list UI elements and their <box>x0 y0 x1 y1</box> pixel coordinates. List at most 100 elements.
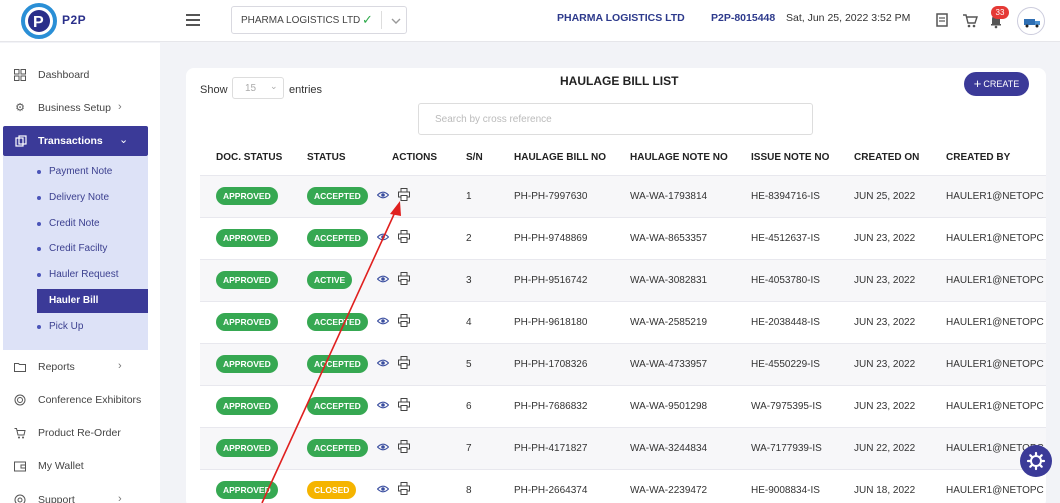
eye-icon[interactable] <box>377 357 389 369</box>
submenu-item-credit-note[interactable]: Credit Note <box>3 212 148 236</box>
bullet-icon <box>37 196 41 200</box>
eye-icon[interactable] <box>377 231 389 243</box>
sidebar-item-dashboard[interactable]: Dashboard <box>0 60 160 90</box>
cell-issue-note-no: HE-2038448-IS <box>751 317 820 328</box>
sidebar-item-conference-exhibitors[interactable]: Conference Exhibitors <box>0 385 160 415</box>
print-icon[interactable] <box>398 272 410 285</box>
current-datetime: Sat, Jun 25, 2022 3:52 PM <box>786 12 911 24</box>
status-badge: ACCEPTED <box>307 397 368 415</box>
cell-issue-note-no: HE-9008834-IS <box>751 485 820 496</box>
print-icon[interactable] <box>398 356 410 369</box>
column-header-haulage-bill-no[interactable]: HAULAGE BILL NO <box>514 152 606 163</box>
print-icon[interactable] <box>398 188 410 201</box>
cell-sn: 2 <box>466 233 472 244</box>
avatar[interactable] <box>1017 7 1045 35</box>
cell-created-on: JUN 25, 2022 <box>854 191 916 202</box>
cell-created-by: HAULER1@NETOPC <box>946 233 1044 244</box>
column-header-created-on[interactable]: CREATED ON <box>854 152 919 163</box>
select-divider <box>381 11 382 29</box>
cell-issue-note-no: WA-7177939-IS <box>751 443 822 454</box>
status-badge: ACTIVE <box>307 271 353 289</box>
entries-per-page-select[interactable]: 15 ⌄ <box>232 77 284 99</box>
chevron-right-icon: › <box>118 493 122 503</box>
menu-icon[interactable] <box>186 14 200 26</box>
entries-per-page-value: 15 <box>245 83 257 94</box>
eye-icon[interactable] <box>377 315 389 327</box>
cell-haulage-bill-no: PH-PH-9516742 <box>514 275 588 286</box>
p2p-logo[interactable]: P <box>18 2 62 40</box>
sidebar-item-label: Dashboard <box>38 69 90 81</box>
print-icon[interactable] <box>398 482 410 495</box>
search-input[interactable] <box>418 103 813 135</box>
svg-text:P: P <box>33 14 44 31</box>
eye-icon[interactable] <box>377 273 389 285</box>
eye-icon[interactable] <box>377 399 389 411</box>
gear-icon <box>1026 451 1046 471</box>
status-badge: ACCEPTED <box>307 439 368 457</box>
chevron-down-icon[interactable] <box>390 15 402 27</box>
sidebar-item-my-wallet[interactable]: My Wallet <box>0 451 160 481</box>
doc-status-badge: APPROVED <box>216 271 278 289</box>
column-header-issue-note-no[interactable]: ISSUE NOTE NO <box>751 152 829 163</box>
cell-created-on: JUN 23, 2022 <box>854 317 916 328</box>
plus-icon: + <box>973 76 982 91</box>
truck-icon <box>1024 19 1040 28</box>
cell-created-on: JUN 23, 2022 <box>854 233 916 244</box>
sidebar-item-transactions[interactable]: Transactions ⌄ <box>3 126 148 156</box>
doc-status-badge: APPROVED <box>216 355 278 373</box>
sidebar-item-reports[interactable]: Reports › <box>0 352 160 382</box>
cell-created-on: JUN 18, 2022 <box>854 485 916 496</box>
cell-issue-note-no: WA-7975395-IS <box>751 401 822 412</box>
column-header-sn[interactable]: S/N <box>466 152 483 163</box>
grid-icon <box>14 69 26 81</box>
settings-floating-button[interactable] <box>1020 445 1052 477</box>
submenu-item-label: Credit Facilty <box>49 243 108 254</box>
organization-select[interactable]: PHARMA LOGISTICS LTD ✓ <box>231 6 407 34</box>
print-icon[interactable] <box>398 314 410 327</box>
doc-status-badge: APPROVED <box>216 481 278 499</box>
sidebar-item-label: Product Re-Order <box>38 427 121 439</box>
bullet-icon <box>37 273 41 277</box>
print-icon[interactable] <box>398 230 410 243</box>
entries-label: entries <box>289 84 323 96</box>
submenu-item-hauler-bill[interactable]: Hauler Bill <box>37 289 148 313</box>
column-header-haulage-note-no[interactable]: HAULAGE NOTE NO <box>630 152 728 163</box>
doc-status-badge: APPROVED <box>216 397 278 415</box>
cell-haulage-note-no: WA-WA-8653357 <box>630 233 708 244</box>
column-header-status[interactable]: STATUS <box>307 152 346 163</box>
bullet-icon <box>37 170 41 174</box>
check-icon: ✓ <box>362 12 373 27</box>
print-icon[interactable] <box>398 440 410 453</box>
cell-created-on: JUN 22, 2022 <box>854 443 916 454</box>
sidebar-item-label: Reports <box>38 361 75 373</box>
table-row: APPROVED ACCEPTED 7 PH-PH-4171827 WA-WA-… <box>200 427 1046 469</box>
cell-haulage-note-no: WA-WA-3082831 <box>630 275 708 286</box>
column-header-created-by[interactable]: CREATED BY <box>946 152 1010 163</box>
submenu-item-delivery-note[interactable]: Delivery Note <box>3 186 148 210</box>
doc-status-badge: APPROVED <box>216 313 278 331</box>
print-icon[interactable] <box>398 398 410 411</box>
cell-haulage-bill-no: PH-PH-4171827 <box>514 443 588 454</box>
column-header-doc-status[interactable]: DOC. STATUS <box>216 152 282 163</box>
bullet-icon <box>37 247 41 251</box>
submenu-item-pick-up[interactable]: Pick Up <box>3 315 148 339</box>
cell-haulage-bill-no: PH-PH-7997630 <box>514 191 588 202</box>
table-row: APPROVED ACTIVE 3 PH-PH-9516742 WA-WA-30… <box>200 259 1046 301</box>
cell-haulage-bill-no: PH-PH-2664374 <box>514 485 588 496</box>
cart-icon[interactable] <box>962 11 978 29</box>
doc-status-badge: APPROVED <box>216 187 278 205</box>
create-button[interactable]: + CREATE <box>964 72 1029 96</box>
show-label: Show <box>200 84 228 96</box>
submenu-item-payment-note[interactable]: Payment Note <box>3 160 148 184</box>
eye-icon[interactable] <box>377 189 389 201</box>
status-badge: ACCEPTED <box>307 355 368 373</box>
submenu-item-credit-facility[interactable]: Credit Facilty <box>3 237 148 261</box>
sidebar-item-support[interactable]: Support › <box>0 485 160 503</box>
document-icon[interactable] <box>934 11 950 29</box>
table-row: APPROVED CLOSED 8 PH-PH-2664374 WA-WA-22… <box>200 469 1046 503</box>
eye-icon[interactable] <box>377 441 389 453</box>
submenu-item-hauler-request[interactable]: Hauler Request <box>3 263 148 287</box>
eye-icon[interactable] <box>377 483 389 495</box>
sidebar-item-business-setup[interactable]: ⚙ Business Setup › <box>0 93 160 123</box>
sidebar-item-product-reorder[interactable]: Product Re-Order <box>0 418 160 448</box>
